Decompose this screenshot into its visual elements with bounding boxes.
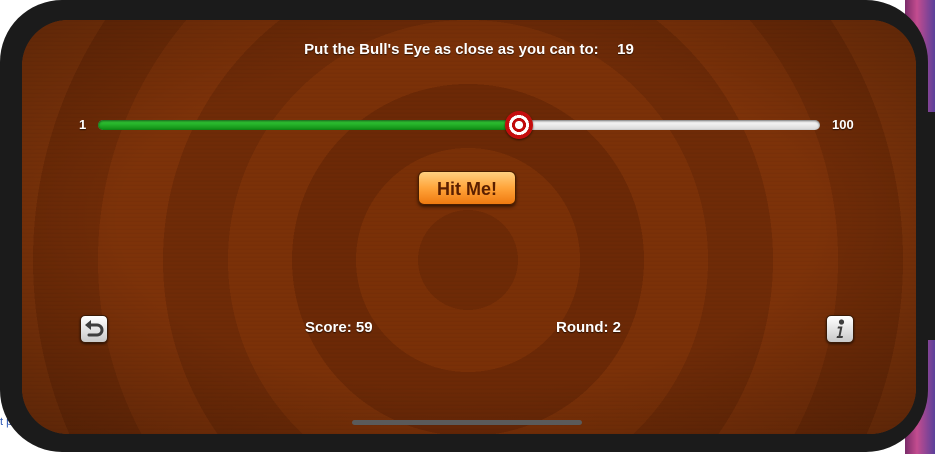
score-value: 59 xyxy=(355,319,373,336)
target-row: Put the Bull's Eye as close as you can t… xyxy=(22,41,916,59)
game-screen: Put the Bull's Eye as close as you can t… xyxy=(22,20,916,434)
score-display: Score: 59 xyxy=(305,319,373,336)
vignette xyxy=(22,20,916,434)
round-value: 2 xyxy=(612,319,621,336)
start-over-button[interactable] xyxy=(80,315,108,343)
slider[interactable] xyxy=(98,120,820,132)
info-button[interactable] xyxy=(826,315,854,343)
round-label: Round: xyxy=(556,319,609,336)
slider-track-fill xyxy=(98,120,519,130)
slider-min-label: 1 xyxy=(79,117,87,132)
home-indicator[interactable] xyxy=(352,420,582,425)
score-label: Score: xyxy=(305,319,352,336)
start-over-icon xyxy=(85,320,104,337)
target-label: Put the Bull's Eye as close as you can t… xyxy=(304,41,599,58)
slider-max-label: 100 xyxy=(832,117,854,132)
slider-thumb[interactable] xyxy=(504,111,533,139)
info-icon xyxy=(836,319,845,338)
hit-me-button[interactable]: Hit Me! xyxy=(418,171,516,205)
round-display: Round: 2 xyxy=(556,319,621,336)
target-value: 19 xyxy=(617,41,634,58)
